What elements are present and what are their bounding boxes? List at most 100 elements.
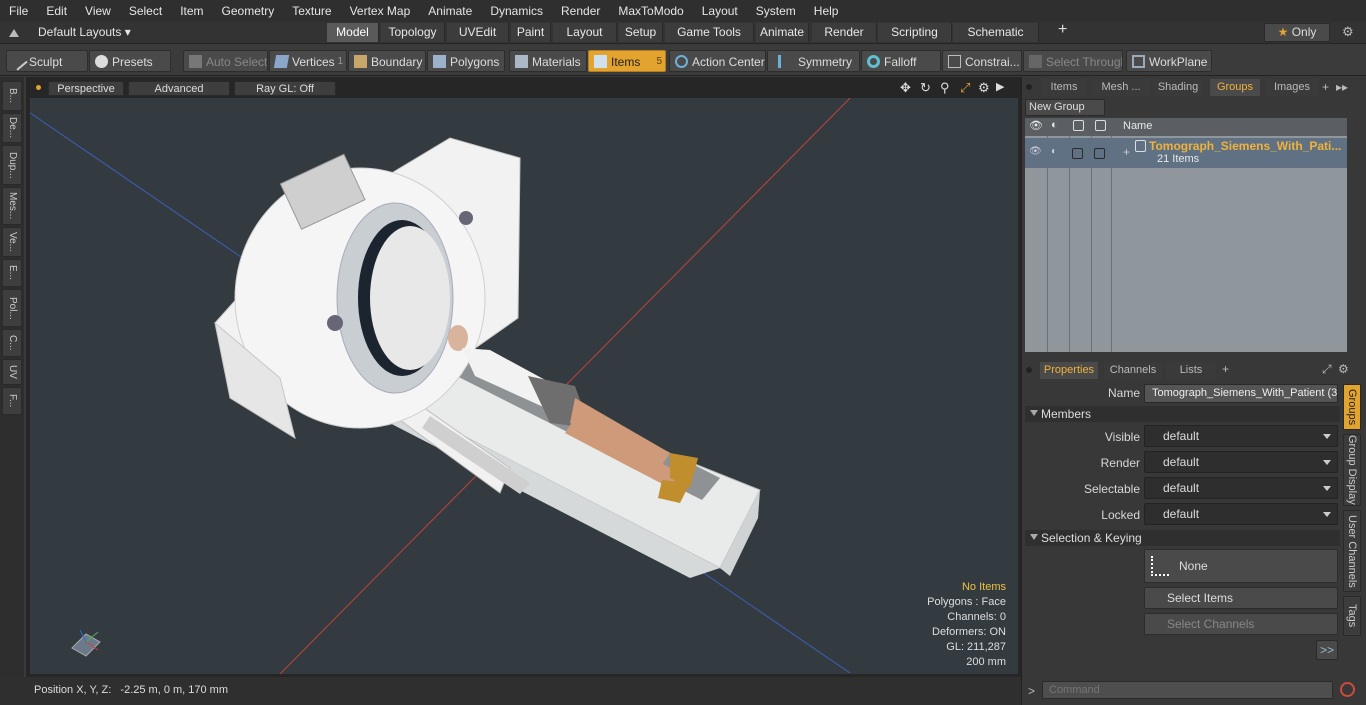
left-tab-0[interactable]: B...: [2, 81, 22, 111]
row-eye-icon[interactable]: 👁: [1029, 146, 1042, 157]
ray-gl-toggle[interactable]: Ray GL: Off: [234, 81, 336, 96]
visible-dropdown[interactable]: default: [1144, 425, 1338, 447]
layout-tab-render[interactable]: Render: [812, 23, 877, 42]
select-channels-button[interactable]: Select Channels: [1144, 613, 1338, 635]
expand-plus-icon[interactable]: +: [1123, 145, 1130, 159]
presets-button[interactable]: Presets: [89, 50, 171, 72]
only-toggle[interactable]: ★ Only: [1264, 23, 1330, 42]
panel-options-icon[interactable]: ▸▸: [1336, 80, 1348, 94]
select-icon[interactable]: [1095, 120, 1106, 131]
layout-tab-game-tools[interactable]: Game Tools: [665, 23, 754, 42]
menu-layout[interactable]: Layout: [693, 0, 747, 22]
bottom-panel-menu-dot-icon[interactable]: [1026, 367, 1032, 373]
side-tab-group-display[interactable]: Group Display: [1343, 434, 1361, 506]
menu-vertex-map[interactable]: Vertex Map: [341, 0, 420, 22]
new-group-button[interactable]: New Group: [1025, 99, 1105, 116]
maximize-icon[interactable]: ⤢: [960, 80, 970, 96]
row-lock-checkbox[interactable]: [1072, 148, 1083, 159]
layout-tab-layout[interactable]: Layout: [553, 23, 617, 42]
menu-system[interactable]: System: [747, 0, 805, 22]
action-center-button[interactable]: Action Center: [669, 50, 766, 72]
layout-tab-model[interactable]: Model: [327, 23, 379, 42]
panel-tab-mesh[interactable]: Mesh ...: [1092, 79, 1150, 96]
menu-select[interactable]: Select: [120, 0, 171, 22]
record-icon[interactable]: [1340, 682, 1355, 697]
layout-tab-schematic-fusion[interactable]: Schematic Fusion: [953, 23, 1039, 58]
layout-tab-uvedit[interactable]: UVEdit: [447, 23, 509, 42]
select-items-button[interactable]: Select Items: [1144, 587, 1338, 609]
viewport-menu-dot-icon[interactable]: [36, 85, 41, 90]
materials-button[interactable]: Materials: [509, 50, 587, 72]
menu-animate[interactable]: Animate: [419, 0, 481, 22]
layout-tab-setup[interactable]: Setup: [619, 23, 663, 42]
add-layout-tab-button[interactable]: +: [1058, 21, 1067, 39]
left-tab-8[interactable]: UV: [2, 359, 22, 385]
left-tab-7[interactable]: C...: [2, 329, 22, 357]
bottom-gear-icon[interactable]: ⚙: [1338, 362, 1349, 376]
default-layouts-dropdown[interactable]: Default Layouts ▾: [38, 25, 131, 39]
zoom-icon[interactable]: ⚲: [940, 80, 950, 96]
polygons-button[interactable]: Polygons: [427, 50, 505, 72]
properties-tab-lists[interactable]: Lists: [1166, 362, 1216, 379]
menu-geometry[interactable]: Geometry: [213, 0, 284, 22]
sculpt-button[interactable]: Sculpt: [6, 50, 88, 72]
group-name[interactable]: Tomograph_Siemens_With_Pati...: [1149, 139, 1341, 153]
symmetry-button[interactable]: Symmetry: [767, 50, 860, 72]
add-bottom-tab-button[interactable]: +: [1222, 362, 1229, 376]
constrain-button[interactable]: Constrai...: [942, 50, 1022, 72]
left-tab-4[interactable]: Ve...: [2, 227, 22, 257]
view-mode-dropdown[interactable]: Perspective: [48, 81, 124, 96]
panel-tab-groups[interactable]: Groups: [1210, 79, 1260, 96]
left-tab-6[interactable]: Pol...: [2, 289, 22, 327]
pan-icon[interactable]: ✥: [900, 80, 911, 96]
falloff-button[interactable]: Falloff: [861, 50, 941, 72]
viewport-gear-icon[interactable]: ⚙: [978, 80, 990, 96]
menu-view[interactable]: View: [76, 0, 120, 22]
row-select-checkbox[interactable]: [1094, 148, 1105, 159]
none-selection-button[interactable]: None: [1144, 549, 1338, 583]
settings-gear-icon[interactable]: ⚙: [1342, 24, 1354, 40]
panel-tab-items[interactable]: Items: [1042, 79, 1086, 96]
more-button[interactable]: >>: [1316, 640, 1338, 660]
command-input[interactable]: [1042, 681, 1333, 699]
menu-texture[interactable]: Texture: [283, 0, 340, 22]
left-tab-5[interactable]: E...: [2, 259, 22, 287]
left-tab-1[interactable]: De...: [2, 113, 22, 143]
members-section[interactable]: Members: [1025, 406, 1340, 422]
locked-dropdown[interactable]: default: [1144, 503, 1338, 525]
select-through-button[interactable]: Select Through: [1023, 50, 1123, 72]
advanced-shading-dropdown[interactable]: Advanced: [128, 81, 230, 96]
boundary-button[interactable]: Boundary: [348, 50, 426, 72]
workplane-button[interactable]: WorkPlane: [1126, 50, 1212, 72]
auto-select-button[interactable]: Auto Select: [183, 50, 268, 72]
render-icon[interactable]: ◐: [1051, 119, 1058, 131]
menu-dynamics[interactable]: Dynamics: [481, 0, 552, 22]
properties-tab-channels[interactable]: Channels: [1104, 362, 1162, 379]
layout-tab-topology[interactable]: Topology: [381, 23, 445, 42]
menu-edit[interactable]: Edit: [37, 0, 76, 22]
vertices-button[interactable]: Vertices 1: [269, 50, 347, 72]
menu-item[interactable]: Item: [171, 0, 212, 22]
layout-tab-scripting[interactable]: Scripting: [878, 23, 952, 42]
selection-keying-section[interactable]: Selection & Keying: [1025, 530, 1340, 546]
render-dropdown[interactable]: default: [1144, 451, 1338, 473]
layout-tab-animate[interactable]: Animate: [756, 23, 809, 42]
left-tab-3[interactable]: Mes...: [2, 187, 22, 225]
properties-tab-properties[interactable]: Properties: [1040, 362, 1098, 379]
visibility-eye-icon[interactable]: 👁: [1029, 119, 1043, 132]
row-render-icon[interactable]: ◐: [1051, 146, 1057, 157]
menu-file[interactable]: File: [0, 0, 37, 22]
side-tab-user-channels[interactable]: User Channels: [1343, 510, 1361, 592]
add-panel-tab-button[interactable]: +: [1322, 80, 1329, 94]
menu-help[interactable]: Help: [805, 0, 848, 22]
rotate-icon[interactable]: ↻: [920, 80, 931, 96]
panel-tab-images[interactable]: Images: [1266, 79, 1318, 96]
3d-viewport[interactable]: No Items Polygons : Face Channels: 0 Def…: [30, 98, 1018, 674]
side-tab-tags[interactable]: Tags: [1343, 596, 1361, 636]
viewport-expand-arrow-icon[interactable]: ▶: [996, 80, 1004, 93]
items-button[interactable]: Items 5: [588, 50, 666, 72]
panel-tab-shading[interactable]: Shading: [1153, 79, 1203, 96]
layout-tab-paint[interactable]: Paint: [511, 23, 551, 42]
left-tab-2[interactable]: Dup...: [2, 145, 22, 185]
menu-maxtomodo[interactable]: MaxToModo: [609, 0, 692, 22]
